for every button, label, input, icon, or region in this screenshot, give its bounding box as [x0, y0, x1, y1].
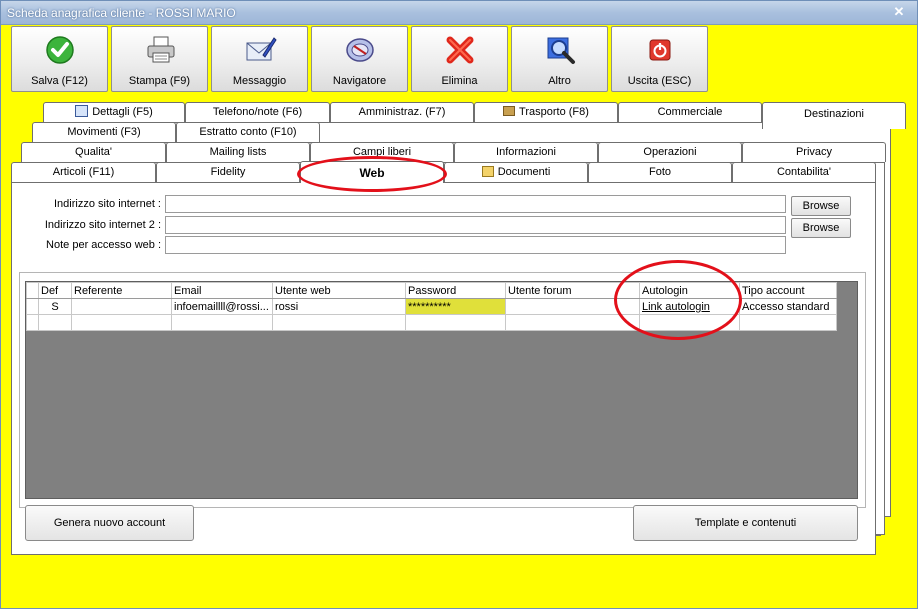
cell-referente[interactable]: [71, 298, 172, 315]
save-button[interactable]: Salva (F12): [11, 26, 108, 92]
autologin-link[interactable]: Link autologin: [642, 301, 710, 313]
cell-def[interactable]: S: [38, 298, 72, 315]
cell-password[interactable]: **********: [405, 298, 506, 315]
cell-tipo-account[interactable]: [739, 314, 837, 331]
save-button-label: Salva (F12): [31, 75, 88, 87]
tab-destinazioni[interactable]: Destinazioni: [762, 102, 906, 129]
accounts-grid: Def Referente Email Utente web Password …: [25, 281, 858, 499]
cell-utente-forum[interactable]: [505, 314, 640, 331]
tab-commerciale[interactable]: Commerciale: [618, 102, 762, 122]
box-icon: [503, 106, 516, 116]
grid-header-row: Def Referente Email Utente web Password …: [26, 282, 837, 299]
col-referente[interactable]: Referente: [71, 282, 172, 299]
row-selector[interactable]: [26, 314, 39, 331]
navigator-button-label: Navigatore: [332, 75, 387, 87]
tab-operazioni[interactable]: Operazioni: [598, 142, 742, 162]
tab-campi-liberi[interactable]: Campi liberi: [310, 142, 454, 162]
check-icon: [46, 36, 74, 64]
printer-icon: [147, 36, 175, 63]
cell-utente-forum[interactable]: [505, 298, 640, 315]
row-selector-header: [26, 282, 39, 299]
print-button-label: Stampa (F9): [128, 75, 191, 87]
templates-button[interactable]: Template e contenuti: [633, 505, 858, 541]
calendar-icon: [75, 105, 89, 117]
tab-amministrazione[interactable]: Amministraz. (F7): [330, 102, 474, 122]
tab-contabilita[interactable]: Contabilita': [732, 162, 876, 182]
exit-button[interactable]: Uscita (ESC): [611, 26, 708, 92]
message-button[interactable]: Messaggio: [211, 26, 308, 92]
tab-dettagli[interactable]: Dettagli (F5): [43, 102, 185, 122]
tab-foto[interactable]: Foto: [588, 162, 732, 182]
navigator-button[interactable]: Navigatore: [311, 26, 408, 92]
tab-fidelity[interactable]: Fidelity: [156, 162, 300, 182]
exit-button-label: Uscita (ESC): [627, 75, 692, 87]
tab-qualita[interactable]: Qualita': [21, 142, 166, 162]
cell-email[interactable]: [171, 314, 273, 331]
delete-button[interactable]: Elimina: [411, 26, 508, 92]
table-row[interactable]: [26, 314, 837, 331]
col-def[interactable]: Def: [38, 282, 72, 299]
cell-utente-web[interactable]: [272, 314, 406, 331]
folder-icon: [481, 166, 494, 177]
tab-informazioni[interactable]: Informazioni: [454, 142, 598, 162]
cell-autologin[interactable]: Link autologin: [639, 298, 740, 315]
browse-button-1[interactable]: Browse: [791, 196, 851, 216]
col-password[interactable]: Password: [405, 282, 506, 299]
site2-input[interactable]: [165, 216, 786, 234]
tab-estratto-conto[interactable]: Estratto conto (F10): [176, 122, 320, 142]
notes-input[interactable]: [165, 236, 786, 254]
site1-label: Indirizzo sito internet :: [54, 198, 161, 210]
more-button[interactable]: Altro: [511, 26, 608, 92]
table-row[interactable]: S infoemaillll@rossi... rossi **********…: [26, 298, 837, 315]
tab-articoli[interactable]: Articoli (F11): [11, 162, 156, 182]
compass-icon: [346, 38, 374, 62]
cell-def[interactable]: [38, 314, 72, 331]
cell-tipo-account[interactable]: Accesso standard: [739, 298, 837, 315]
cell-utente-web[interactable]: rossi: [272, 298, 406, 315]
window-title: Scheda anagrafica cliente - ROSSI MARIO: [7, 6, 236, 20]
row-selector[interactable]: [26, 298, 39, 315]
col-email[interactable]: Email: [171, 282, 273, 299]
delete-button-label: Elimina: [441, 75, 478, 87]
site2-label: Indirizzo sito internet 2 :: [44, 219, 161, 231]
browse-button-2[interactable]: Browse: [791, 218, 851, 238]
red-x-icon: [446, 36, 474, 64]
power-icon: [649, 39, 671, 61]
tab-mailing-lists[interactable]: Mailing lists: [166, 142, 310, 162]
notes-label: Note per accesso web :: [46, 239, 161, 251]
tab-documenti[interactable]: Documenti: [444, 162, 588, 182]
magnifier-icon: [547, 37, 575, 64]
col-autologin[interactable]: Autologin: [639, 282, 740, 299]
envelope-pen-icon: [246, 37, 277, 61]
site1-input[interactable]: [165, 195, 786, 213]
cell-email[interactable]: infoemaillll@rossi...: [171, 298, 273, 315]
tab-telefono-note[interactable]: Telefono/note (F6): [185, 102, 330, 122]
customer-record-window: Scheda anagrafica cliente - ROSSI MARIO …: [0, 0, 918, 609]
col-utente-forum[interactable]: Utente forum: [505, 282, 640, 299]
tab-web[interactable]: Web: [300, 161, 444, 183]
col-utente-web[interactable]: Utente web: [272, 282, 406, 299]
cell-referente[interactable]: [71, 314, 172, 331]
close-icon[interactable]: ✕: [891, 5, 907, 19]
tab-trasporto[interactable]: Trasporto (F8): [474, 102, 618, 122]
more-button-label: Altro: [548, 75, 571, 87]
tab-privacy[interactable]: Privacy: [742, 142, 886, 162]
col-tipo-account[interactable]: Tipo account: [739, 282, 837, 299]
message-button-label: Messaggio: [232, 75, 287, 87]
title-bar: Scheda anagrafica cliente - ROSSI MARIO …: [1, 1, 917, 25]
generate-account-button[interactable]: Genera nuovo account: [25, 505, 194, 541]
cell-password[interactable]: [405, 314, 506, 331]
cell-autologin[interactable]: [639, 314, 740, 331]
tab-movimenti[interactable]: Movimenti (F3): [32, 122, 176, 142]
print-button[interactable]: Stampa (F9): [111, 26, 208, 92]
